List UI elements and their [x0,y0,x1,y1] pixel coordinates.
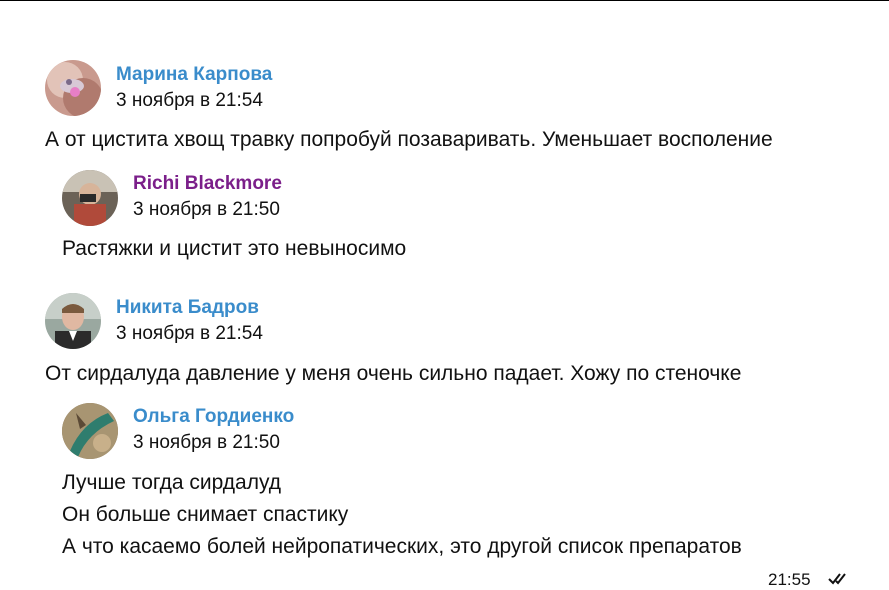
quoted-text-line: А что касаемо болей нейропатических, это… [62,535,742,558]
message-text: А от цистита хвощ травку попробуй позава… [45,128,773,151]
post-date: 3 ноября в 21:54 [116,323,263,344]
post-date: 3 ноября в 21:50 [133,432,280,453]
author-name[interactable]: Ольга Гордиенко [133,406,294,428]
message-text: От сирдалуда давление у меня очень сильн… [45,362,742,385]
double-check-icon [828,573,846,585]
avatar[interactable] [62,403,118,459]
author-name[interactable]: Richi Blackmore [133,173,282,195]
quoted-text-line: Он больше снимает спастику [62,503,349,526]
avatar[interactable] [62,170,118,226]
message-time: 21:55 [768,570,811,589]
quoted-text-line: Лучше тогда сирдалуд [62,471,282,494]
author-name[interactable]: Никита Бадров [116,297,259,319]
post-date: 3 ноября в 21:50 [133,199,280,220]
avatar[interactable] [45,293,101,349]
top-border [0,0,889,1]
avatar[interactable] [45,60,101,116]
post-date: 3 ноября в 21:54 [116,90,263,111]
quoted-text-line: Растяжки и цистит это невыносимо [62,237,407,260]
author-name[interactable]: Марина Карпова [116,64,272,86]
